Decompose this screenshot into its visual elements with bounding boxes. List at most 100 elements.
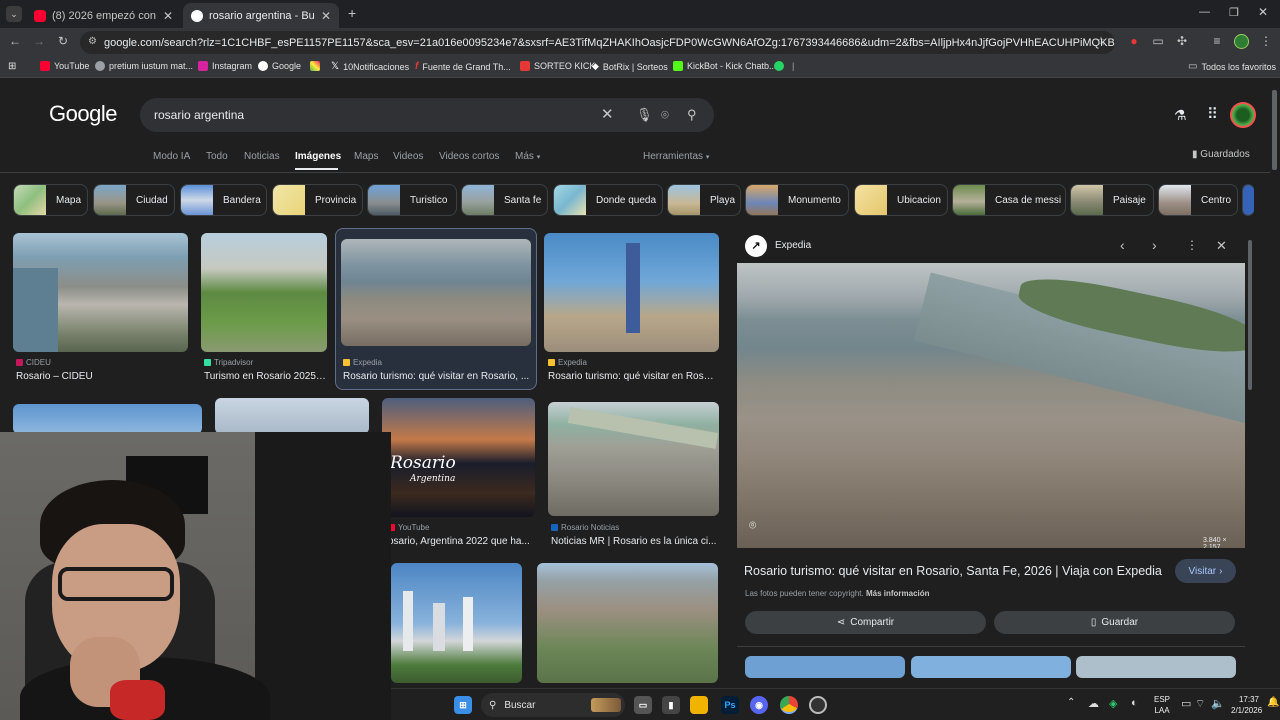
forward-icon[interactable]: →	[32, 34, 46, 48]
labs-flask-icon[interactable]: ⚗	[1174, 107, 1187, 124]
result-caption[interactable]: Rosario – CIDEU	[16, 371, 186, 382]
volume-icon[interactable]: 🔈	[1211, 697, 1225, 710]
tray-icon-3[interactable]: ◐	[1131, 697, 1138, 709]
tray-icon-2[interactable]: ◈	[1109, 697, 1117, 710]
result-image-tripadvisor[interactable]	[201, 233, 327, 352]
related-image[interactable]	[1076, 656, 1236, 678]
bookmark-pretium[interactable]: pretium iustum mat...	[95, 61, 193, 71]
chrome-menu-icon[interactable]: ⋮	[1259, 34, 1273, 48]
new-tab-button[interactable]: +	[348, 5, 356, 21]
minimize-icon[interactable]: —	[1199, 6, 1210, 18]
visit-button[interactable]: Visitar ›	[1175, 559, 1236, 583]
tab-videos[interactable]: Videos	[393, 151, 423, 162]
result-caption[interactable]: Rosario turismo: qué visitar en Rosario,…	[343, 371, 531, 382]
windows-start-icon[interactable]: ⊞	[454, 696, 472, 714]
preview-image[interactable]: ⌾ 3.840 × 2.157	[737, 263, 1245, 548]
microphone-icon[interactable]: 🎙	[636, 107, 653, 123]
result-image-city-aerial[interactable]	[537, 563, 718, 683]
close-panel-icon[interactable]: ✕	[1216, 238, 1227, 254]
tab-youtube[interactable]: (8) 2026 empezó con olas de c ✕	[26, 3, 181, 28]
next-icon[interactable]: ›	[1152, 237, 1157, 253]
result-image-tower[interactable]	[215, 398, 369, 434]
panel-source[interactable]: Expedia	[775, 240, 811, 251]
network-icon[interactable]: ⌔	[1195, 697, 1205, 711]
bookmark-colorful[interactable]	[310, 61, 324, 71]
result-image-rosario-noticias[interactable]	[548, 402, 719, 516]
saved-button[interactable]: ▮ Guardados	[1192, 149, 1250, 160]
file-explorer-icon[interactable]	[690, 696, 708, 714]
bookmark-star-icon[interactable]: ☆	[1094, 34, 1108, 48]
bookmark-google[interactable]: Google	[258, 61, 301, 71]
more-options-icon[interactable]: ⋮	[1186, 238, 1198, 252]
apps-grid-icon[interactable]: ⊞	[8, 61, 16, 72]
bookmark-kickbot[interactable]: KickBot - Kick Chatb...	[673, 61, 777, 71]
result-caption[interactable]: Noticias MR | Rosario es la única ci...	[551, 536, 717, 547]
previous-icon[interactable]: ‹	[1120, 237, 1125, 253]
tab-imagenes[interactable]: Imágenes	[295, 151, 341, 162]
save-button[interactable]: ▯ Guardar	[994, 611, 1235, 634]
lens-icon[interactable]: ⌾	[661, 107, 669, 123]
close-window-icon[interactable]: ✕	[1258, 5, 1268, 19]
chip-monumento[interactable]: Monumento	[745, 184, 849, 216]
display-icon[interactable]: ▭	[1181, 697, 1191, 710]
apps-grid-icon[interactable]: ⠿	[1207, 105, 1218, 123]
chip-more[interactable]	[1242, 184, 1254, 216]
related-image[interactable]	[911, 656, 1071, 678]
result-caption[interactable]: Turismo en Rosario 2025 ...	[204, 371, 326, 382]
result-image-expedia-monument[interactable]	[544, 233, 719, 352]
notification-bell-icon[interactable]: 🔔	[1267, 697, 1279, 708]
result-caption[interactable]: osario, Argentina 2022 que ha...	[388, 536, 534, 547]
bookmark-botrix[interactable]: ◆ BotRix | Sorteos	[592, 61, 668, 72]
result-image-cideu[interactable]	[13, 233, 188, 352]
chip-playa[interactable]: Playa	[667, 184, 741, 216]
extensions-puzzle-icon[interactable]: ✣	[1175, 34, 1189, 48]
result-caption[interactable]: Rosario turismo: qué visitar en Rosar...	[548, 371, 718, 382]
tab-noticias[interactable]: Noticias	[244, 151, 280, 162]
recording-app-icon[interactable]	[809, 696, 827, 714]
more-info-link[interactable]: Más información	[866, 589, 930, 598]
chip-turistico[interactable]: Turistico	[367, 184, 457, 216]
language-indicator[interactable]: ESP LAA	[1154, 694, 1170, 716]
bookmark-whatsapp[interactable]: |	[774, 61, 794, 71]
related-image[interactable]	[745, 656, 905, 678]
chip-provincia[interactable]: Provincia	[272, 184, 363, 216]
chip-mapa[interactable]: Mapa	[13, 184, 88, 216]
google-logo[interactable]: Google	[49, 101, 117, 127]
bookmark-sorteo-kick[interactable]: SORTEO KICK	[520, 61, 595, 71]
extension-red-icon[interactable]: ●	[1127, 34, 1141, 48]
extension-icon[interactable]: ▭	[1151, 34, 1165, 48]
profile-avatar[interactable]	[1234, 34, 1249, 49]
address-bar[interactable]: ⚙ google.com/search?rlz=1C1CHBF_esPE1157…	[80, 31, 1115, 54]
taskbar-search[interactable]: ⚲ Buscar	[481, 693, 625, 717]
chrome-icon[interactable]	[780, 696, 798, 714]
chip-bandera[interactable]: Bandera	[180, 184, 267, 216]
chip-centro[interactable]: Centro	[1158, 184, 1238, 216]
result-image-expedia-selected[interactable]	[341, 239, 531, 346]
clock[interactable]: 17:37 2/1/2026	[1231, 694, 1262, 716]
task-view-icon[interactable]: ▭	[634, 696, 652, 714]
all-bookmarks[interactable]: ▭ Todos los favoritos	[1188, 61, 1276, 72]
tab-search-menu-icon[interactable]: ⌄	[6, 6, 22, 22]
chip-casa-de-messi[interactable]: Casa de messi	[952, 184, 1066, 216]
tab-videos-cortos[interactable]: Videos cortos	[439, 151, 499, 162]
show-hidden-icons[interactable]: ⌃	[1067, 697, 1075, 708]
chip-paisaje[interactable]: Paisaje	[1070, 184, 1154, 216]
close-tab-icon[interactable]: ✕	[321, 9, 331, 23]
result-image-skyline[interactable]	[13, 404, 202, 434]
account-avatar[interactable]	[1230, 102, 1256, 128]
clear-icon[interactable]: ✕	[601, 105, 614, 123]
chip-ciudad[interactable]: Ciudad	[93, 184, 175, 216]
discord-icon[interactable]: ◉	[750, 696, 768, 714]
reading-list-icon[interactable]: ≡	[1210, 34, 1224, 48]
chip-donde-queda[interactable]: Donde queda	[553, 184, 663, 216]
search-icon[interactable]: ⚲	[687, 107, 697, 123]
panel-scrollbar[interactable]	[1248, 240, 1252, 390]
restore-icon[interactable]: ❐	[1229, 6, 1239, 19]
result-image-youtube-night[interactable]: Rosario Argentina	[382, 398, 535, 517]
panel-title[interactable]: Rosario turismo: qué visitar en Rosario,…	[744, 564, 1162, 578]
chip-ubicacion[interactable]: Ubicacion	[854, 184, 948, 216]
bookmark-x[interactable]: 𝕏 10Notificaciones	[331, 61, 409, 72]
tab-google-search[interactable]: rosario argentina - Buscar con ✕	[183, 3, 339, 28]
tools-button[interactable]: Herramientas ▾	[643, 151, 709, 162]
tab-todo[interactable]: Todo	[206, 151, 228, 162]
